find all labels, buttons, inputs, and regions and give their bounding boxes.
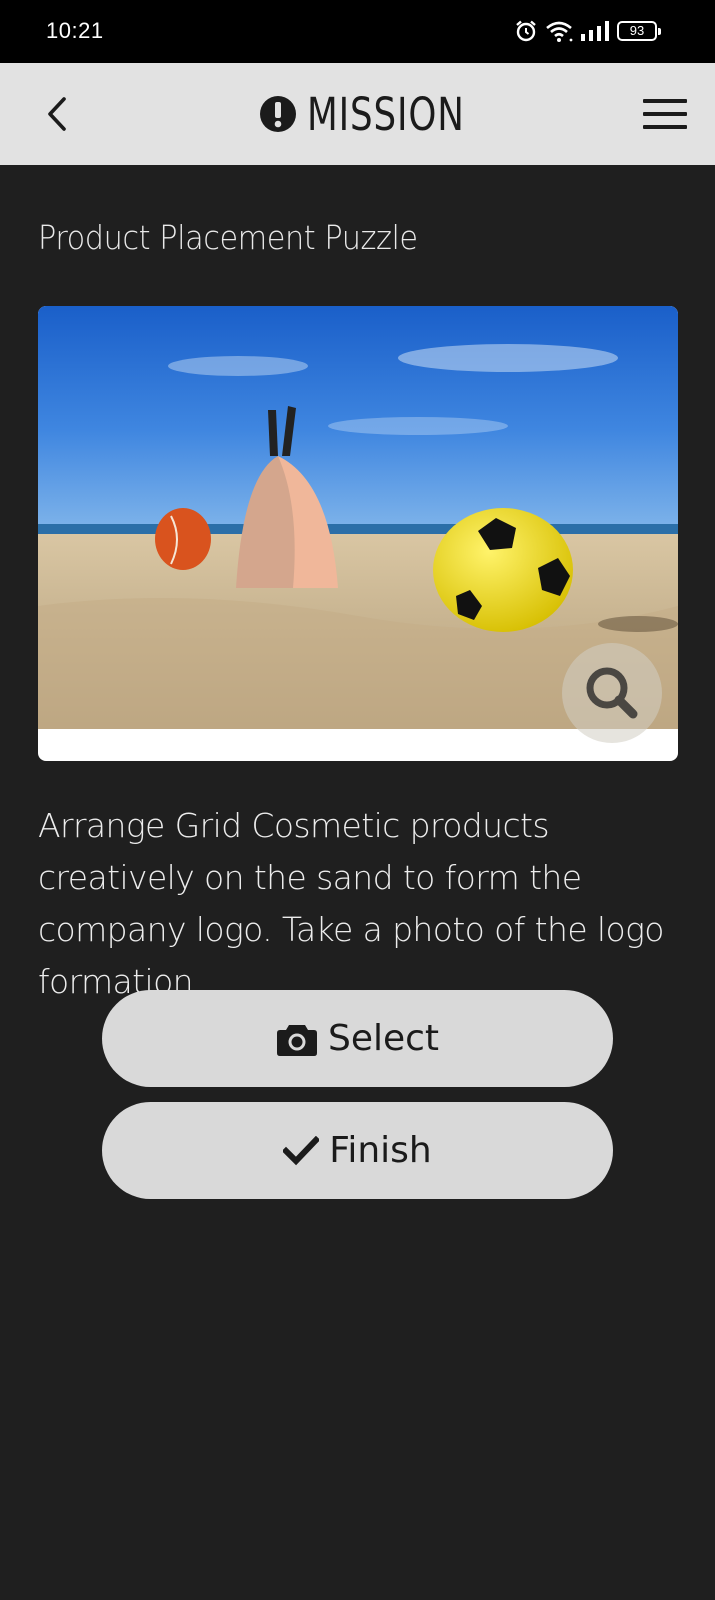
battery-icon: 93 [617, 21, 661, 41]
mission-image-card [38, 306, 678, 761]
zoom-button[interactable] [562, 643, 662, 743]
hamburger-menu-icon[interactable] [643, 97, 687, 131]
camera-icon [276, 1024, 317, 1056]
status-icons: 93 [514, 18, 661, 44]
exclamation-circle-icon [259, 96, 296, 132]
signal-icon [581, 21, 609, 41]
search-icon [586, 667, 638, 719]
page-title-group: MISSION [0, 87, 715, 141]
page-title: MISSION [306, 87, 465, 141]
mission-title: Product Placement Puzzle [38, 218, 418, 257]
battery-level: 93 [629, 23, 645, 38]
status-time: 10:21 [46, 18, 104, 43]
wifi-icon [546, 21, 573, 42]
alarm-icon [516, 20, 536, 42]
app-bar: MISSION [0, 63, 715, 165]
checkmark-icon [283, 1135, 320, 1165]
select-button[interactable]: Select [102, 990, 613, 1087]
finish-button-label: Finish [329, 1130, 432, 1171]
mission-description: Arrange Grid Cosmetic products creativel… [38, 806, 664, 1001]
select-button-label: Select [327, 1018, 440, 1059]
status-bar: 10:21 93 [0, 0, 715, 63]
finish-button[interactable]: Finish [102, 1102, 613, 1199]
